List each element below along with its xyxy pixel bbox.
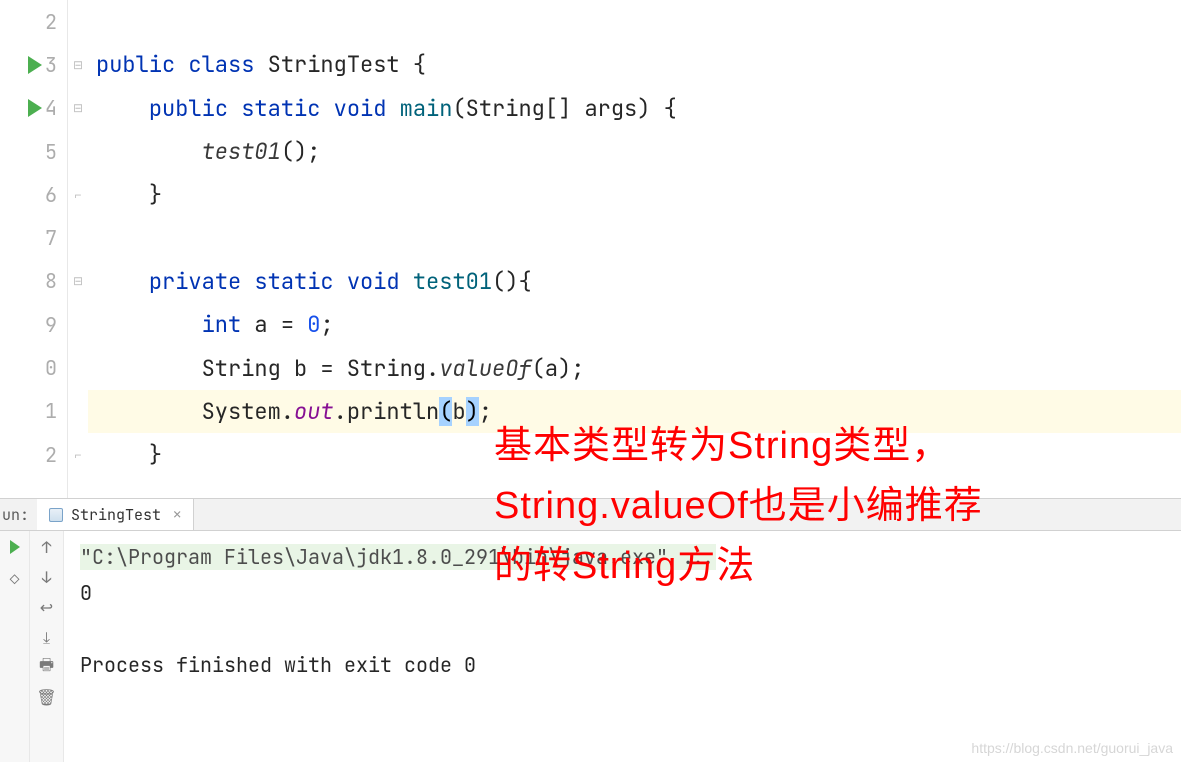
fold-icon[interactable]: ⊟ [72,102,84,114]
trash-icon[interactable]: 🗑 [37,687,57,707]
fold-end-icon[interactable]: ⌐ [72,189,84,201]
line-number: 0 [0,346,67,389]
code-line[interactable] [88,216,1181,259]
rerun-button[interactable] [5,537,25,557]
code-line[interactable]: } [88,433,1181,476]
line-number: 1 [0,390,67,433]
up-arrow-icon[interactable]: ↑ [37,537,57,557]
line-number: 3 [0,43,67,86]
code-line[interactable]: public static void main(String[] args) { [88,87,1181,130]
code-line[interactable]: private static void test01(){ [88,260,1181,303]
scroll-to-end-icon[interactable]: ⤓ [37,627,57,647]
run-tab[interactable]: StringTest ✕ [37,499,194,530]
code-line[interactable]: public class StringTest { [88,43,1181,86]
run-config-icon [49,508,63,522]
code-line-current[interactable]: System.out.println(b); [88,390,1181,433]
line-number-gutter: 2 3 4 5 6 7 8 9 0 1 2 [0,0,68,498]
code-line[interactable]: int a = 0; [88,303,1181,346]
line-number: 9 [0,303,67,346]
code-line[interactable]: String b = String.valueOf(a); [88,346,1181,389]
down-arrow-icon[interactable]: ↓ [37,567,57,587]
run-gutter-icon[interactable] [28,99,42,117]
console-toolbar: ↑ ↓ ↩ ⤓ 🖶 🗑 [30,531,64,762]
code-lines[interactable]: public class StringTest { public static … [88,0,1181,498]
code-line[interactable]: } [88,173,1181,216]
run-tab-label: StringTest [71,505,161,525]
fold-icon[interactable]: ⊟ [72,59,84,71]
console-exit: Process finished with exit code 0 [80,647,1181,683]
line-number: 6 [0,173,67,216]
console-stdout: 0 [80,575,1181,611]
softwrap-icon[interactable]: ↩ [37,597,57,617]
print-icon[interactable]: 🖶 [37,657,57,677]
line-number: 5 [0,130,67,173]
fold-end-icon[interactable]: ⌐ [72,449,84,461]
run-toolwindow-header[interactable]: un: StringTest ✕ [0,498,1181,531]
stop-button[interactable]: ◇ [5,569,25,589]
watermark: https://blog.csdn.net/guorui_java [971,740,1173,756]
console-blank [80,611,1181,647]
console-command: "C:\Program Files\Java\jdk1.8.0_291\bin\… [80,539,1181,575]
fold-gutter: ⊟ ⊟ ⌐ ⊟ ⌐ [68,0,88,498]
line-number: 2 [0,0,67,43]
run-gutter-icon[interactable] [28,56,42,74]
code-line[interactable]: test01(); [88,130,1181,173]
console-action-bar: ◇ [0,531,30,762]
run-console[interactable]: ◇ ↑ ↓ ↩ ⤓ 🖶 🗑 "C:\Program Files\Java\jdk… [0,531,1181,762]
line-number: 2 [0,433,67,476]
code-line[interactable] [88,0,1181,43]
run-label: un: [0,505,37,525]
fold-icon[interactable]: ⊟ [72,275,84,287]
console-output[interactable]: "C:\Program Files\Java\jdk1.8.0_291\bin\… [64,531,1181,762]
close-icon[interactable]: ✕ [173,506,181,524]
line-number: 7 [0,216,67,259]
line-number: 8 [0,260,67,303]
code-editor[interactable]: 2 3 4 5 6 7 8 9 0 1 2 ⊟ ⊟ ⌐ ⊟ ⌐ public c… [0,0,1181,498]
line-number: 4 [0,87,67,130]
